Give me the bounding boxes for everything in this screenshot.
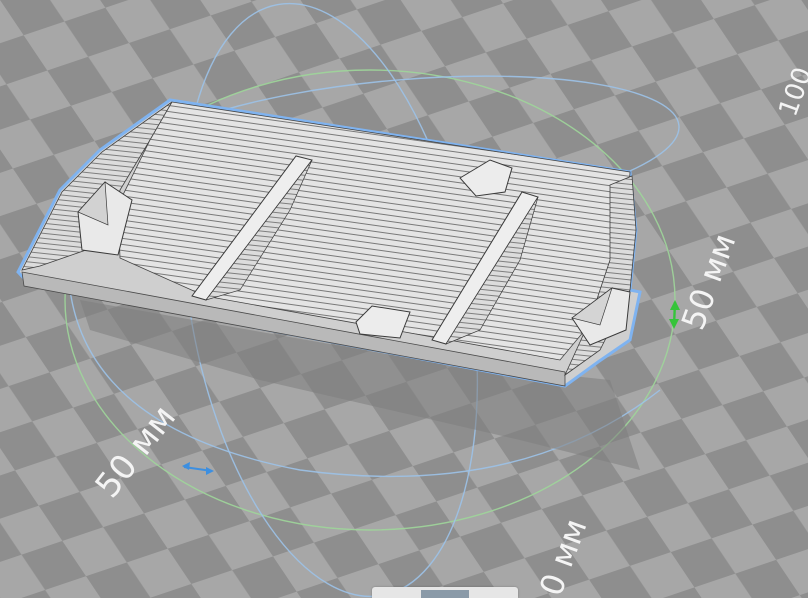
scene-canvas[interactable]: 50 мм 50 мм 0 мм 100 [0, 0, 808, 598]
toolbar-active-tab[interactable] [421, 590, 469, 598]
bottom-toolbar[interactable] [372, 587, 518, 598]
3d-viewport[interactable]: 50 мм 50 мм 0 мм 100 [0, 0, 808, 598]
